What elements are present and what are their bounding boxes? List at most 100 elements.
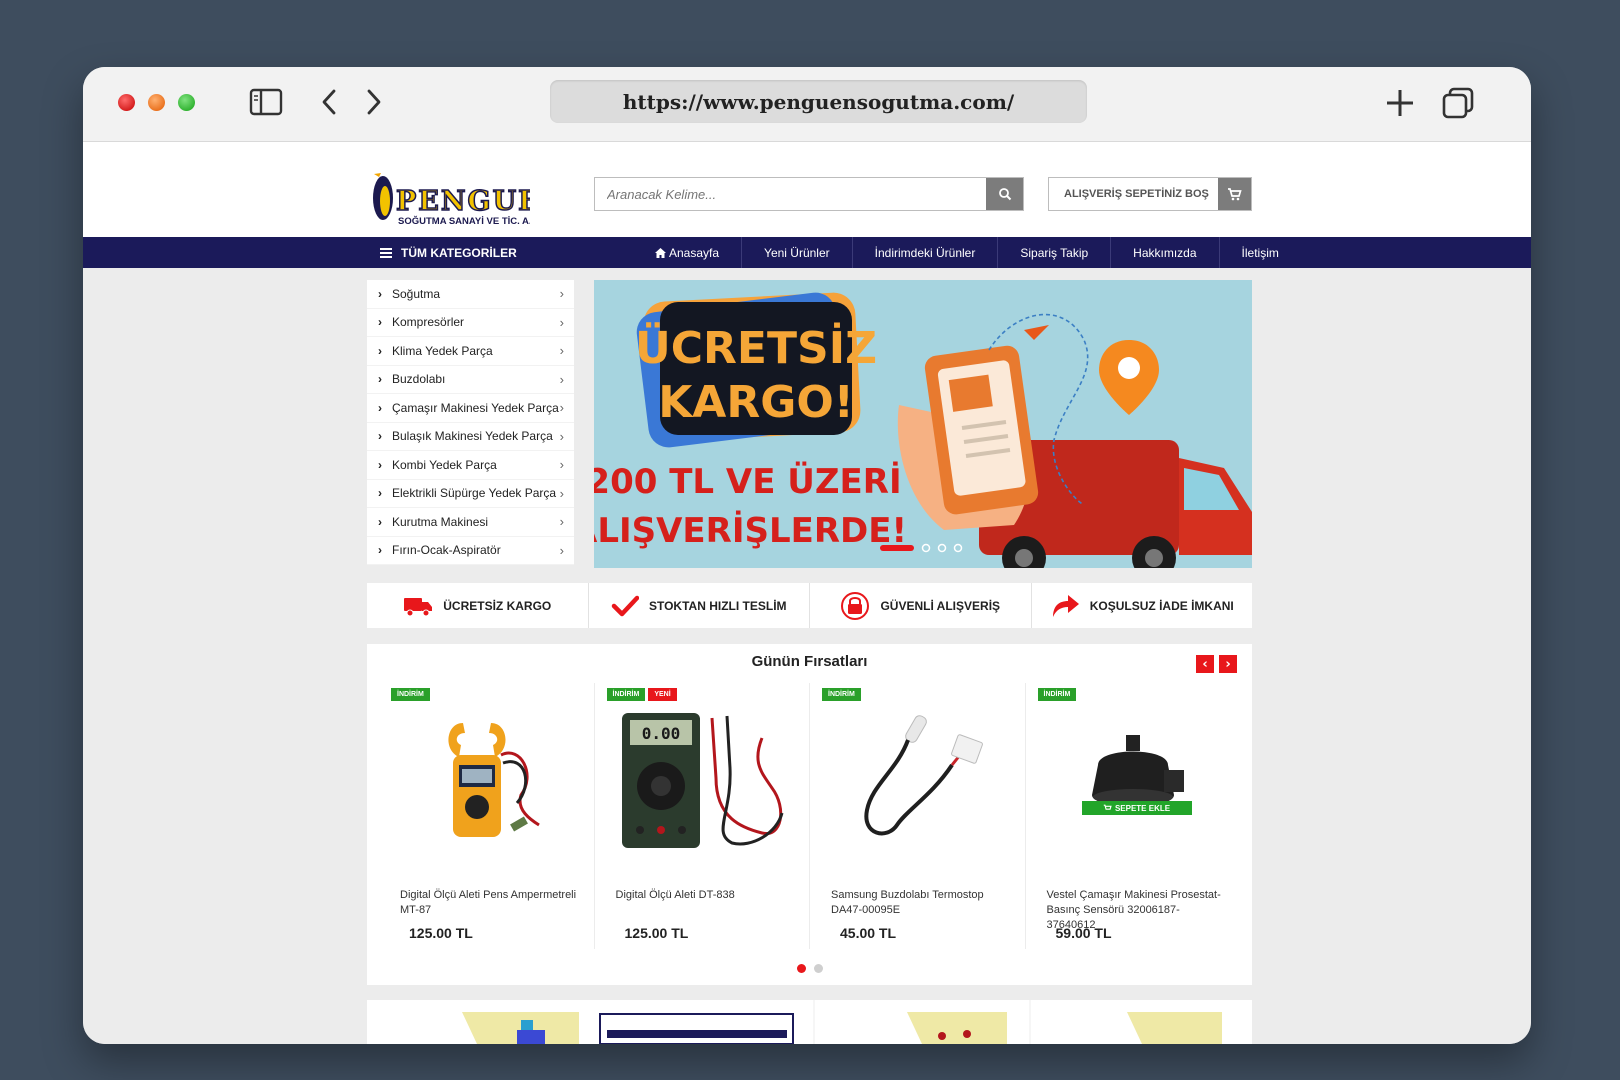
- chevron-right-icon: ›: [378, 543, 382, 558]
- product-card[interactable]: İNDİRİM YENİ 0.00 Digital Ölçü Aleti DT-…: [595, 683, 810, 949]
- discount-badge: İNDİRİM: [1037, 688, 1077, 701]
- nav-link-label: Anasayfa: [669, 245, 720, 260]
- category-item[interactable]: › Soğutma ›: [367, 280, 574, 309]
- banner-headline-line2: KARGO!: [658, 377, 854, 428]
- chevron-right-icon: ›: [378, 372, 382, 387]
- return-arrow-icon: [1052, 594, 1079, 617]
- close-window-button[interactable]: [118, 94, 135, 111]
- feature-free-shipping: ÜCRETSİZ KARGO: [367, 583, 589, 628]
- pagination-dot[interactable]: [813, 964, 823, 973]
- product-badges: İNDİRİM: [822, 688, 861, 701]
- fridge-thermostat-sensor-image: [864, 715, 984, 836]
- address-bar[interactable]: https://www.penguensogutma.com/: [550, 80, 1087, 123]
- category-item[interactable]: › Klima Yedek Parça ›: [367, 337, 574, 366]
- cart-box[interactable]: ALIŞVERİŞ SEPETİNİZ BOŞ: [1048, 177, 1252, 211]
- pagination-dot-active[interactable]: [796, 964, 806, 973]
- category-item[interactable]: › Kompresörler ›: [367, 309, 574, 337]
- browser-window: https://www.penguensogutma.com/ PENGUEN …: [83, 67, 1531, 1044]
- chevron-right-icon: ›: [378, 429, 382, 444]
- web-page: PENGUEN SOĞUTMA SANAYİ VE TİC. A.Ş. ALIŞ…: [83, 142, 1531, 1044]
- pressure-sensor-image: [1091, 735, 1184, 807]
- url-text: https://www.penguensogutma.com/: [622, 89, 1015, 114]
- all-categories-label: TÜM KATEGORİLER: [401, 245, 517, 260]
- chevron-right-icon: ›: [559, 485, 564, 501]
- delivery-truck-icon: [404, 597, 433, 616]
- nav-link-label: Sipariş Takip: [1020, 245, 1089, 260]
- add-to-cart-button[interactable]: SEPETE EKLE: [1081, 801, 1192, 815]
- product-name[interactable]: Samsung Buzdolabı Termostop DA47-00095E: [831, 888, 1011, 918]
- carousel-prev-button[interactable]: ‹: [1196, 655, 1214, 673]
- category-item[interactable]: › Fırın-Ocak-Aspiratör ›: [367, 537, 574, 565]
- category-item[interactable]: › Elektrikli Süpürge Yedek Parça ›: [367, 480, 574, 508]
- category-item[interactable]: › Bulaşık Makinesi Yedek Parça ›: [367, 423, 574, 451]
- new-badge: YENİ: [648, 688, 677, 701]
- category-item[interactable]: › Çamaşır Makinesi Yedek Parça ›: [367, 394, 574, 423]
- deals-of-the-day: Günün Fırsatları ‹ › İNDİRİM Digital Ölç…: [367, 644, 1252, 985]
- carousel-next-button[interactable]: ›: [1219, 655, 1237, 673]
- chevron-right-icon: ›: [378, 343, 382, 358]
- category-item[interactable]: › Kombi Yedek Parça ›: [367, 451, 574, 480]
- logo-subtext: SOĞUTMA SANAYİ VE TİC. A.Ş.: [398, 215, 530, 227]
- product-thumbnails-preview: [462, 1000, 1222, 1044]
- penguen-logo[interactable]: PENGUEN SOĞUTMA SANAYİ VE TİC. A.Ş.: [370, 170, 530, 230]
- chevron-right-icon: ›: [559, 457, 564, 473]
- nav-link-contact[interactable]: İletişim: [1220, 237, 1301, 268]
- nav-link-new-products[interactable]: Yeni Ürünler: [742, 237, 853, 268]
- discount-badge: İNDİRİM: [822, 688, 861, 701]
- product-name[interactable]: Digital Ölçü Aleti Pens Ampermetreli MT-…: [400, 888, 580, 918]
- chevron-right-icon: ›: [378, 286, 382, 301]
- product-card[interactable]: İNDİRİM Digital Ölçü Aleti Pens Ampermet…: [379, 683, 595, 949]
- product-image: [810, 705, 1025, 855]
- new-tab-plus-icon[interactable]: [1383, 86, 1417, 120]
- menu-icon: [380, 247, 392, 258]
- product-card[interactable]: İNDİRİM SEPETE EKLE Vestel Çamaşır Makin…: [1026, 683, 1241, 949]
- shopping-cart-icon: [1103, 804, 1112, 810]
- product-image: [1026, 705, 1241, 855]
- search-input[interactable]: [595, 178, 986, 210]
- product-name[interactable]: Digital Ölçü Aleti DT-838: [616, 888, 796, 903]
- feature-label: STOKTAN HIZLI TESLİM: [648, 598, 787, 613]
- nav-link-home[interactable]: Anasayfa: [633, 237, 743, 268]
- minimize-window-button[interactable]: [148, 94, 165, 111]
- logo-text: PENGUEN: [396, 186, 530, 217]
- category-label: Kompresörler: [392, 315, 465, 330]
- chevron-right-icon: ›: [559, 514, 564, 530]
- nav-links: Anasayfa Yeni Ürünler İndirimdeki Ürünle…: [633, 237, 1301, 268]
- nav-link-label: Hakkımızda: [1133, 245, 1197, 260]
- search-bar: [594, 177, 1024, 211]
- nav-link-order-tracking[interactable]: Sipariş Takip: [998, 237, 1112, 268]
- nav-link-discounted[interactable]: İndirimdeki Ürünler: [853, 237, 999, 268]
- product-carousel: İNDİRİM Digital Ölçü Aleti Pens Ampermet…: [379, 683, 1240, 949]
- product-badges: İNDİRİM: [391, 688, 430, 701]
- slide-indicator-active[interactable]: [880, 545, 914, 551]
- category-label: Bulaşık Makinesi Yedek Parça: [392, 429, 553, 444]
- product-image: 0.00: [595, 705, 810, 855]
- shopping-cart-icon: [1228, 188, 1242, 201]
- all-categories-button[interactable]: TÜM KATEGORİLER: [380, 237, 517, 268]
- feature-label: ÜCRETSİZ KARGO: [443, 598, 552, 613]
- tabs-overview-icon[interactable]: [1441, 86, 1475, 120]
- feature-label: KOŞULSUZ İADE İMKANI: [1089, 598, 1234, 613]
- chevron-right-icon: ›: [378, 457, 382, 472]
- nav-link-label: Yeni Ürünler: [764, 245, 830, 260]
- search-button[interactable]: [986, 178, 1023, 210]
- search-icon: [998, 188, 1011, 201]
- multimeter-display-reading: 0.00: [641, 724, 680, 743]
- feature-fast-delivery: STOKTAN HIZLI TESLİM: [589, 583, 810, 628]
- product-card[interactable]: İNDİRİM Samsung Buzdolabı Termostop DA47…: [810, 683, 1026, 949]
- back-arrow-icon[interactable]: [319, 87, 339, 117]
- product-price: 59.00 TL: [1055, 925, 1112, 941]
- forward-arrow-icon[interactable]: [364, 87, 384, 117]
- category-item[interactable]: › Buzdolabı ›: [367, 366, 574, 394]
- chevron-right-icon: ›: [559, 400, 564, 416]
- product-image: [379, 705, 594, 855]
- nav-link-about[interactable]: Hakkımızda: [1111, 237, 1220, 268]
- sidebar-toggle-icon[interactable]: [249, 87, 283, 117]
- promo-banner-slider[interactable]: ÜCRETSİZ KARGO! 200 TL VE ÜZERİ ALIŞVERİ…: [594, 280, 1252, 568]
- cart-button[interactable]: [1218, 178, 1251, 210]
- chevron-right-icon: ›: [559, 286, 564, 302]
- maximize-window-button[interactable]: [178, 94, 195, 111]
- category-item[interactable]: › Kurutma Makinesi ›: [367, 508, 574, 537]
- product-price: 45.00 TL: [840, 925, 897, 941]
- product-badges: İNDİRİM YENİ: [606, 688, 677, 701]
